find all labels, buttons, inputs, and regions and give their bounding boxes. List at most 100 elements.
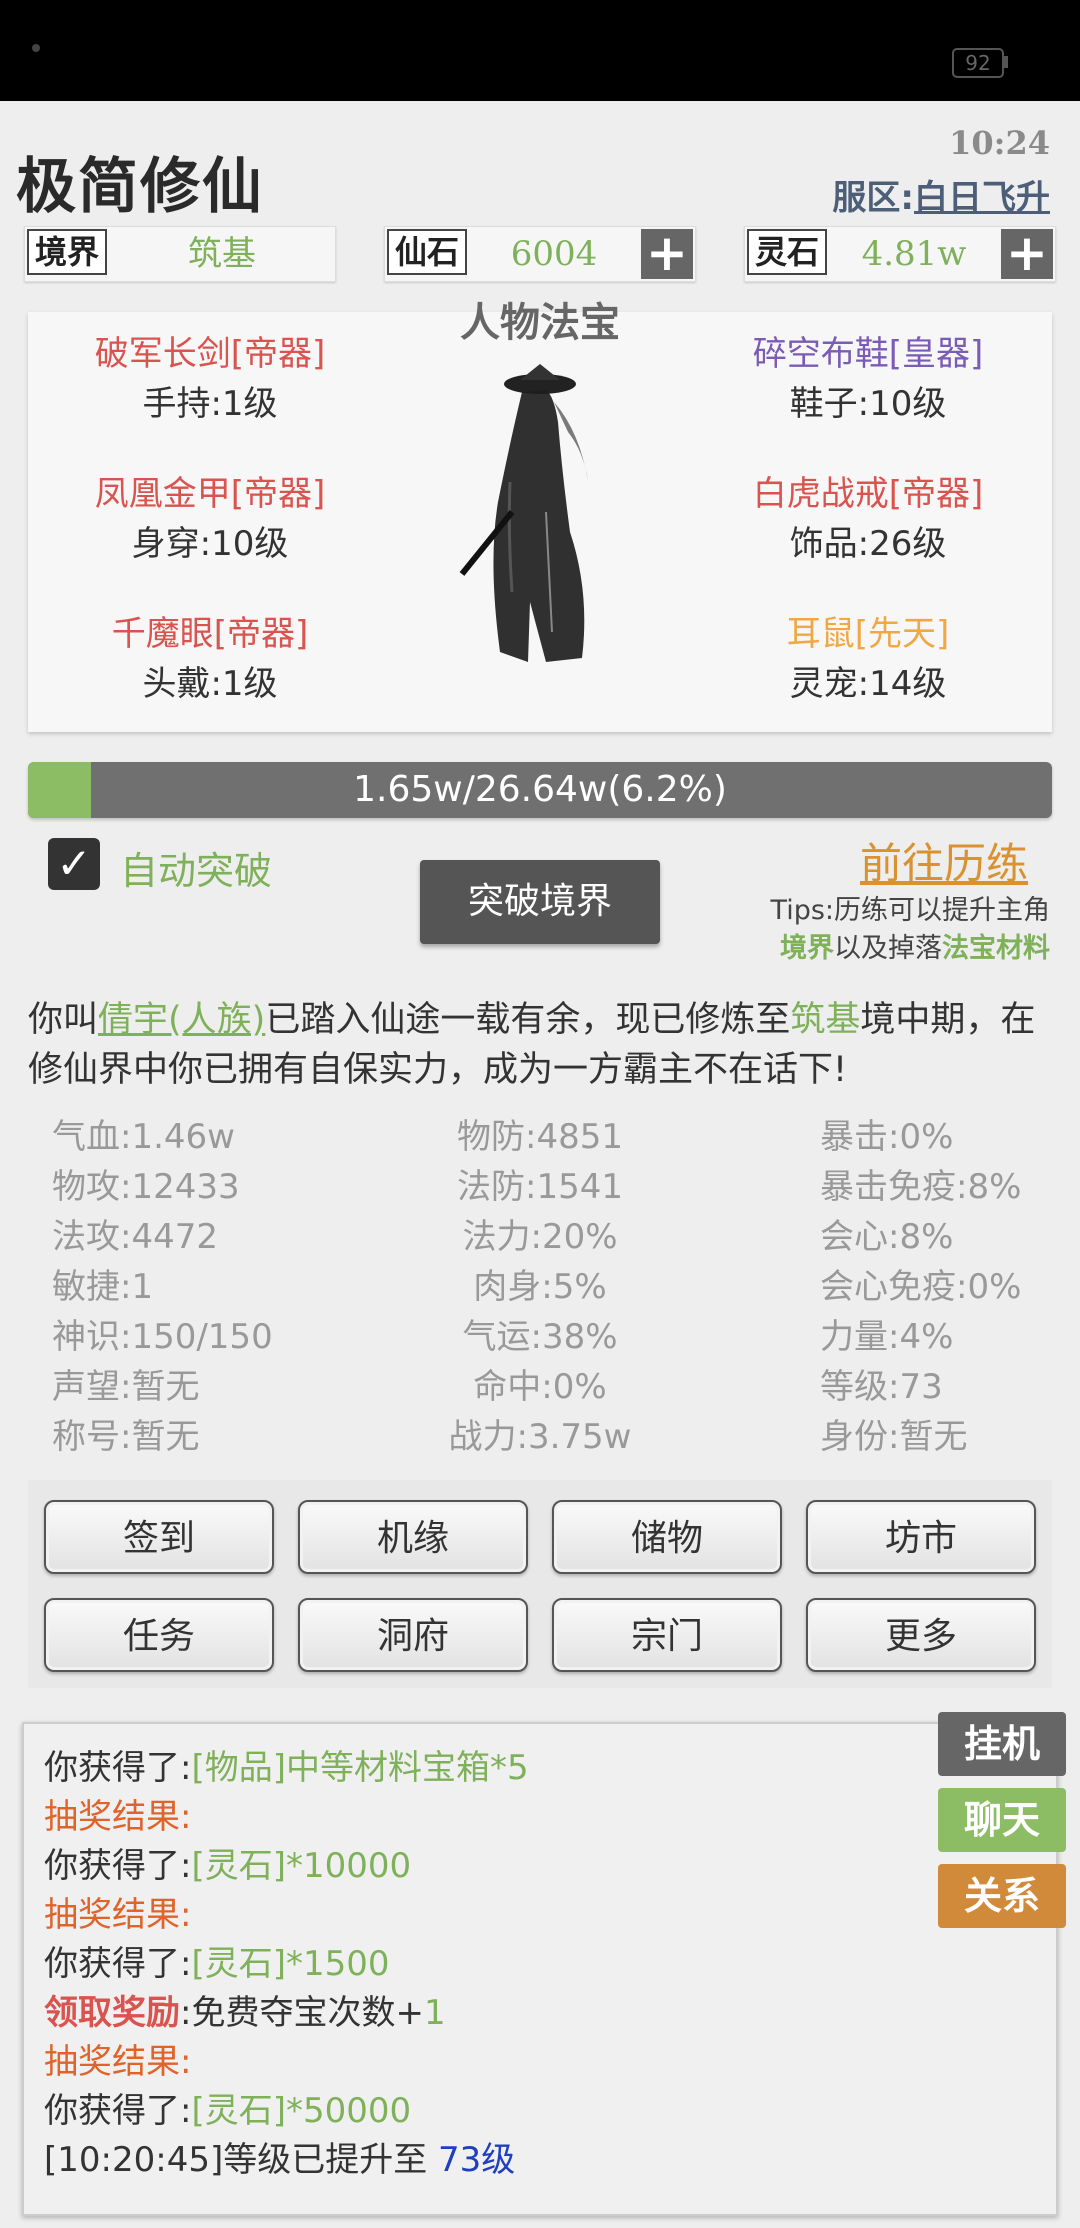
story-part: 已踏入仙途一载有余，现已修炼至: [265, 1000, 791, 1040]
tips-realm: 境界: [780, 933, 834, 964]
equip-slot-pet[interactable]: 耳鼠[先天] 灵宠:14级: [698, 614, 1038, 704]
quest-button[interactable]: 任务: [44, 1598, 274, 1672]
log-line: [10:20:45]等级已提升至 73级: [44, 2136, 515, 2185]
message-log[interactable]: 你获得了:[物品]中等材料宝箱*5 抽奖结果: 你获得了:[灵石]*10000 …: [22, 1722, 1058, 2216]
equip-level: 手持:1级: [142, 384, 278, 424]
tips-text: Tips:历练可以提升主角 境界以及掉落法宝材料: [771, 892, 1050, 968]
log-reward: 领取奖励: [44, 1993, 180, 2033]
server-info[interactable]: 服区:白日飞升: [832, 170, 1050, 219]
log-header: 抽奖结果:: [44, 1797, 192, 1837]
equip-slot-armor[interactable]: 凤凰金甲[帝器] 身穿:10级: [40, 474, 380, 564]
game-clock: 10:24: [949, 124, 1050, 162]
realm-label: 境界: [27, 229, 107, 275]
equip-slot-accessory[interactable]: 白虎战戒[帝器] 饰品:26级: [698, 474, 1038, 564]
equip-slot-shoes[interactable]: 碎空布鞋[皇器] 鞋子:10级: [698, 334, 1038, 424]
player-name-link[interactable]: 倩宇(人族): [98, 1000, 265, 1040]
realm-value: 筑基: [188, 234, 256, 274]
sect-button[interactable]: 宗门: [552, 1598, 782, 1672]
log-header: 抽奖结果:: [44, 2042, 192, 2082]
tips-line-2: 境界以及掉落法宝材料: [771, 930, 1050, 968]
equip-level: 饰品:26级: [789, 524, 947, 564]
equip-slot-weapon[interactable]: 破军长剑[帝器] 手持:1级: [40, 334, 380, 424]
stat-item: 称号:暂无: [52, 1417, 200, 1457]
market-button[interactable]: 坊市: [806, 1500, 1036, 1574]
go-training-link[interactable]: 前往历练: [860, 830, 1028, 891]
stat-item: 肉身:5%: [473, 1267, 607, 1307]
stat-item: 战力:3.75w: [448, 1417, 632, 1457]
stat-item: 会心:8%: [820, 1217, 954, 1257]
relations-button[interactable]: 关系: [938, 1864, 1066, 1928]
add-immortal-stone-button[interactable]: +: [641, 228, 693, 279]
spirit-stone-label: 灵石: [747, 229, 827, 275]
log-item: [灵石]*50000: [191, 2091, 412, 2131]
log-text: 你获得了:: [44, 1944, 192, 1984]
auto-breakthrough-checkbox[interactable]: ✓: [48, 838, 100, 890]
log-text: 你获得了:: [44, 2091, 192, 2131]
signin-button[interactable]: 签到: [44, 1500, 274, 1574]
stat-item: 力量:4%: [820, 1317, 954, 1357]
stat-item: 暴击免疫:8%: [820, 1167, 1022, 1207]
tips-line-1: Tips:历练可以提升主角: [770, 895, 1050, 926]
log-line: 你获得了:[物品]中等材料宝箱*5: [44, 1744, 529, 1793]
log-item: [灵石]*1500: [191, 1944, 390, 1984]
app-title: 极简修仙: [16, 152, 264, 222]
equip-level: 鞋子:10级: [789, 384, 947, 424]
stat-item: 神识:150/150: [52, 1317, 273, 1357]
notification-dot: [32, 44, 40, 52]
log-count: 1: [423, 1993, 446, 2033]
stat-item: 等级:73: [820, 1367, 943, 1407]
server-value[interactable]: 白日飞升: [914, 178, 1050, 218]
log-line: 领取奖励:免费夺宝次数+1: [44, 1989, 446, 2038]
stat-item: 声望:暂无: [52, 1367, 200, 1407]
tips-material: 法宝材料: [942, 933, 1050, 964]
add-spirit-stone-button[interactable]: +: [1001, 228, 1053, 279]
stat-item: 气血:1.46w: [52, 1117, 235, 1157]
cave-button[interactable]: 洞府: [298, 1598, 528, 1672]
story-text: 你叫倩宇(人族)已踏入仙途一载有余，现已修炼至筑基境中期，在修仙界中你已拥有自保…: [28, 995, 1058, 1095]
log-line: 抽奖结果:: [44, 2038, 191, 2087]
realm-box: 境界 筑基: [24, 226, 336, 282]
log-line: 你获得了:[灵石]*1500: [44, 1940, 390, 1989]
auto-breakthrough-label[interactable]: 自动突破: [120, 840, 272, 895]
progress-text: 1.65w/26.64w(6.2%): [353, 769, 727, 810]
stat-item: 命中:0%: [473, 1367, 607, 1407]
equip-name: 耳鼠[先天]: [786, 614, 950, 654]
log-line: 抽奖结果:: [44, 1891, 191, 1940]
breakthrough-button[interactable]: 突破境界: [420, 860, 660, 944]
story-realm: 筑基: [790, 1000, 861, 1040]
immortal-stone-label: 仙石: [387, 229, 467, 275]
stat-item: 气运:38%: [462, 1317, 618, 1357]
storage-button[interactable]: 储物: [552, 1500, 782, 1574]
immortal-stone-value: 6004: [510, 234, 598, 274]
cultivation-progress-bar: 1.65w/26.64w(6.2%): [28, 762, 1052, 818]
fortune-button[interactable]: 机缘: [298, 1500, 528, 1574]
more-button[interactable]: 更多: [806, 1598, 1036, 1672]
battery-icon: 92: [952, 48, 1004, 78]
log-line: 你获得了:[灵石]*10000: [44, 1842, 411, 1891]
immortal-stone-box: 仙石 6004 +: [384, 226, 696, 282]
stat-item: 身份:暂无: [820, 1417, 968, 1457]
character-figure: [459, 364, 588, 662]
chat-button[interactable]: 聊天: [938, 1788, 1066, 1852]
log-item: [灵石]*10000: [191, 1846, 412, 1886]
equip-name: 凤凰金甲[帝器]: [94, 474, 326, 514]
equip-slot-head[interactable]: 千魔眼[帝器] 头戴:1级: [40, 614, 380, 704]
equip-level: 灵宠:14级: [789, 664, 947, 704]
stat-item: 敏捷:1: [52, 1267, 154, 1307]
spirit-stone-box: 灵石 4.81w +: [744, 226, 1056, 282]
battery-tip: [1004, 56, 1008, 68]
stat-item: 暴击:0%: [820, 1117, 954, 1157]
stat-item: 法攻:4472: [52, 1217, 218, 1257]
status-bar: 92: [0, 0, 1080, 101]
stat-item: 会心免疫:0%: [820, 1267, 1022, 1307]
log-line: 抽奖结果:: [44, 1793, 191, 1842]
stat-item: 法防:1541: [457, 1167, 623, 1207]
log-item: [物品]中等材料宝箱*5: [191, 1748, 529, 1788]
spirit-stone-value: 4.81w: [861, 234, 967, 274]
log-text: [10:20:45]等级已提升至: [44, 2140, 439, 2180]
stat-item: 法力:20%: [462, 1217, 618, 1257]
main-menu: 签到 机缘 储物 坊市 任务 洞府 宗门 更多: [28, 1480, 1052, 1688]
idle-button[interactable]: 挂机: [938, 1712, 1066, 1776]
server-label: 服区:: [832, 178, 914, 218]
equip-level: 头戴:1级: [142, 664, 278, 704]
